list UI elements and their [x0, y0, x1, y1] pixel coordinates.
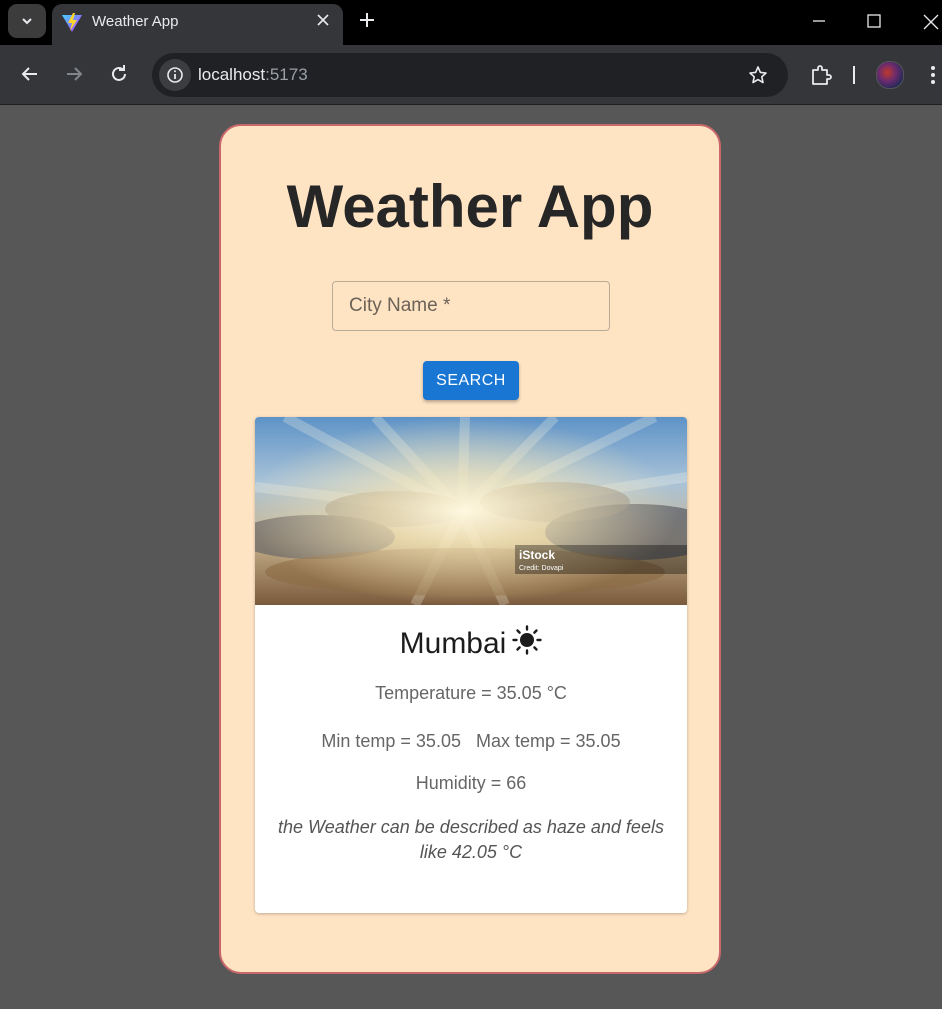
tab-search-button[interactable] — [8, 4, 46, 38]
close-icon[interactable] — [315, 12, 331, 28]
weather-photo: iStock Credit: Dovapi — [255, 417, 687, 605]
weather-info-card: iStock Credit: Dovapi Mumbai Temperature… — [255, 417, 687, 913]
image-watermark: iStock — [519, 548, 555, 562]
city-name: Mumbai — [399, 627, 507, 660]
back-arrow-icon[interactable] — [19, 63, 41, 85]
browser-tab[interactable]: Weather App — [52, 4, 343, 45]
humidity-text: Humidity = 66 — [415, 773, 527, 793]
min-max-temp: Min temp = 35.05 Max temp = 35.05 — [255, 731, 687, 752]
url-text: localhost:5173 — [198, 65, 308, 85]
weather-description: the Weather can be described as haze and… — [278, 817, 664, 862]
min-temp-text: Min temp = 35.05 — [321, 731, 461, 751]
sun-icon — [512, 625, 543, 655]
url-port: :5173 — [265, 65, 308, 84]
tab-title: Weather App — [92, 13, 179, 30]
max-temp-text: Max temp = 35.05 — [476, 731, 621, 751]
site-info-button[interactable] — [159, 59, 191, 91]
extensions-puzzle-icon[interactable] — [810, 64, 832, 86]
vite-logo-icon — [62, 13, 82, 32]
chevron-down-icon — [22, 18, 32, 25]
browser-toolbar: localhost:5173 — [0, 45, 942, 105]
more-menu-icon[interactable] — [928, 64, 938, 86]
minimize-icon[interactable] — [809, 11, 829, 31]
profile-avatar[interactable] — [876, 61, 904, 89]
city-heading: Mumbai — [255, 625, 687, 663]
search-button[interactable]: SEARCH — [423, 361, 519, 400]
temperature-text: Temperature = 35.05 °C — [375, 683, 567, 703]
weather-app-container: Weather App SEARCH — [219, 124, 721, 974]
tab-strip: Weather App — [0, 0, 942, 45]
address-bar[interactable]: localhost:5173 — [152, 53, 788, 97]
reload-icon[interactable] — [108, 63, 130, 85]
page-title: Weather App — [286, 173, 654, 240]
image-credit: Credit: Dovapi — [519, 565, 564, 572]
bookmark-star-icon[interactable] — [748, 65, 768, 85]
maximize-icon[interactable] — [864, 11, 884, 31]
city-name-input[interactable] — [332, 281, 610, 331]
window-close-icon[interactable] — [920, 11, 940, 31]
toolbar-divider — [853, 66, 855, 84]
info-icon — [167, 67, 183, 83]
new-tab-icon[interactable] — [358, 11, 376, 29]
forward-arrow-icon[interactable] — [63, 63, 85, 85]
url-host: localhost — [198, 65, 266, 84]
